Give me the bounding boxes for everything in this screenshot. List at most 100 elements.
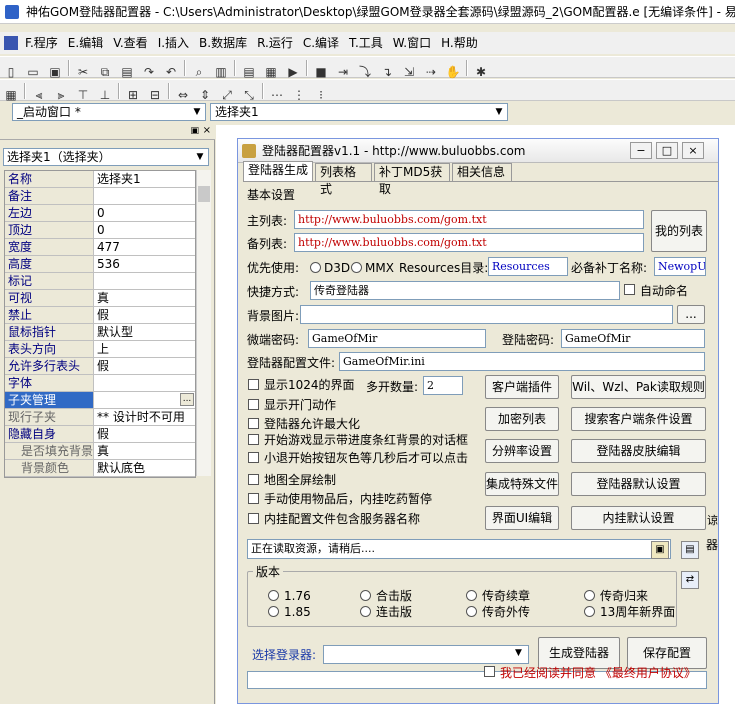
property-value[interactable] bbox=[94, 188, 195, 204]
layout2-icon[interactable]: ▤ bbox=[241, 64, 257, 80]
center2-icon[interactable]: ⊟ bbox=[147, 87, 163, 103]
tab-3[interactable]: 相关信息 bbox=[452, 163, 512, 181]
shortcut-input[interactable]: 传奇登陆器 bbox=[310, 281, 620, 300]
option-checkbox-0[interactable] bbox=[248, 379, 259, 390]
menu-item-0[interactable]: F.程序 bbox=[20, 32, 63, 54]
maximize-button[interactable]: □ bbox=[656, 142, 678, 159]
step5-icon[interactable]: ⇢ bbox=[423, 64, 439, 80]
version-radio-2[interactable] bbox=[466, 590, 477, 601]
tab-2[interactable]: 补丁MD5获取 bbox=[374, 163, 450, 196]
window-select[interactable]: _启动窗口 * ▼ bbox=[12, 103, 206, 121]
backup-list-input[interactable]: http://www.buluobbs.com/gom.txt bbox=[294, 233, 644, 252]
align3-icon[interactable]: ⊤ bbox=[75, 87, 91, 103]
size2-icon[interactable]: ⇕ bbox=[197, 87, 213, 103]
action-button-8[interactable]: 界面UI编辑 bbox=[485, 506, 559, 530]
action-button-1[interactable]: Wil、Wzl、Pak读取规则 bbox=[571, 375, 706, 399]
grid-icon[interactable]: ▦ bbox=[3, 87, 19, 103]
redo-icon[interactable]: ↷ bbox=[141, 64, 157, 80]
version-radio-0[interactable] bbox=[268, 590, 279, 601]
find-icon[interactable]: ⌕ bbox=[191, 64, 207, 80]
menu-item-8[interactable]: W.窗口 bbox=[388, 32, 436, 54]
d3d-radio[interactable] bbox=[310, 262, 321, 273]
menu-item-4[interactable]: B.数据库 bbox=[194, 32, 252, 54]
resource-icon[interactable]: ▣ bbox=[651, 541, 669, 559]
mmx-radio[interactable] bbox=[351, 262, 362, 273]
property-value[interactable]: 选择夹1 bbox=[94, 171, 195, 187]
version-radio-3[interactable] bbox=[584, 590, 595, 601]
property-value[interactable]: 假 bbox=[94, 358, 195, 374]
chevron-down-icon[interactable]: ▼ bbox=[193, 150, 207, 164]
action-button-5[interactable]: 登陆器皮肤编辑 bbox=[571, 439, 706, 463]
menu-item-1[interactable]: E.编辑 bbox=[63, 32, 108, 54]
property-row[interactable]: 宽度 477 bbox=[5, 239, 195, 256]
property-value[interactable]: 真 bbox=[94, 443, 195, 459]
action-button-0[interactable]: 客户端插件 bbox=[485, 375, 559, 399]
close-icon[interactable]: × bbox=[203, 125, 211, 136]
menu-item-2[interactable]: V.查看 bbox=[108, 32, 152, 54]
agree-label[interactable]: 我已经阅读并同意 《最终用户协议》 bbox=[500, 665, 696, 681]
menu-item-6[interactable]: C.编译 bbox=[298, 32, 344, 54]
property-value[interactable]: 默认型 bbox=[94, 324, 195, 340]
property-value[interactable]: ... bbox=[94, 392, 195, 408]
open-icon[interactable]: ▭ bbox=[25, 64, 41, 80]
save-icon[interactable]: ▣ bbox=[47, 64, 63, 80]
property-row[interactable]: 允许多行表头假 bbox=[5, 358, 195, 375]
micro-pwd-input[interactable]: GameOfMir bbox=[308, 329, 486, 348]
agree-checkbox[interactable] bbox=[484, 666, 495, 677]
version-radio-1[interactable] bbox=[360, 590, 371, 601]
menu-item-9[interactable]: H.帮助 bbox=[436, 32, 483, 54]
property-row[interactable]: 表头方向上 bbox=[5, 341, 195, 358]
property-row[interactable]: 背景颜色 默认底色 bbox=[5, 460, 195, 477]
option-checkbox-6[interactable] bbox=[248, 493, 259, 504]
select-login-dropdown[interactable] bbox=[323, 645, 529, 664]
step2-icon[interactable]: ⤵ bbox=[357, 64, 373, 80]
chevron-down-icon[interactable]: ▼ bbox=[515, 648, 522, 658]
login-pwd-input[interactable]: GameOfMir bbox=[561, 329, 705, 348]
property-value[interactable]: 真 bbox=[94, 290, 195, 306]
step4-icon[interactable]: ⇲ bbox=[401, 64, 417, 80]
step1-icon[interactable]: ⇥ bbox=[335, 64, 351, 80]
property-row[interactable]: 备注 bbox=[5, 188, 195, 205]
autoname-checkbox[interactable] bbox=[624, 284, 635, 295]
property-row[interactable]: 是否填充背景真 bbox=[5, 443, 195, 460]
version-radio-4[interactable] bbox=[268, 606, 279, 617]
resources-input[interactable]: Resources bbox=[488, 257, 568, 276]
chevron-down-icon[interactable]: ▼ bbox=[492, 105, 506, 119]
multi-input[interactable]: 2 bbox=[423, 376, 463, 395]
option-checkbox-5[interactable] bbox=[248, 474, 259, 485]
tab-0[interactable]: 登陆器生成 bbox=[243, 161, 313, 181]
step3-icon[interactable]: ↴ bbox=[379, 64, 395, 80]
align1-icon[interactable]: ⫷ bbox=[31, 87, 47, 103]
menu-item-7[interactable]: T.工具 bbox=[344, 32, 388, 54]
window-icon[interactable]: ▤ bbox=[681, 541, 699, 559]
property-value[interactable]: 477 bbox=[94, 239, 195, 255]
option-checkbox-3[interactable] bbox=[248, 434, 259, 445]
property-row[interactable]: 现行子夹 ** 设计时不可用 bbox=[5, 409, 195, 426]
new-icon[interactable]: ▯ bbox=[3, 64, 19, 80]
size3-icon[interactable]: ⤢ bbox=[219, 87, 235, 103]
property-row[interactable]: 子夹管理... bbox=[5, 392, 195, 409]
space2-icon[interactable]: ⋮ bbox=[291, 87, 307, 103]
undo-icon[interactable]: ↶ bbox=[163, 64, 179, 80]
property-row[interactable]: 禁止假 bbox=[5, 307, 195, 324]
property-value[interactable]: 536 bbox=[94, 256, 195, 272]
property-value[interactable]: ** 设计时不可用 bbox=[94, 409, 195, 425]
close-button[interactable]: × bbox=[682, 142, 704, 159]
swap-icon[interactable]: ⇄ bbox=[681, 571, 699, 589]
property-value[interactable]: 上 bbox=[94, 341, 195, 357]
bg-image-input[interactable] bbox=[300, 305, 673, 324]
my-list-button[interactable]: 我的列表 bbox=[651, 210, 707, 252]
menu-item-5[interactable]: R.运行 bbox=[252, 32, 298, 54]
property-row[interactable]: 字体 bbox=[5, 375, 195, 392]
pin-icon[interactable]: ▣ bbox=[190, 126, 199, 136]
option-checkbox-2[interactable] bbox=[248, 418, 259, 429]
space1-icon[interactable]: ⋯ bbox=[269, 87, 285, 103]
property-row[interactable]: 高度 536 bbox=[5, 256, 195, 273]
property-value[interactable]: 假 bbox=[94, 307, 195, 323]
layout3-icon[interactable]: ▦ bbox=[263, 64, 279, 80]
more-button[interactable]: ... bbox=[180, 393, 194, 406]
space3-icon[interactable]: ⁝ bbox=[313, 87, 329, 103]
debug-icon[interactable]: ✱ bbox=[473, 64, 489, 80]
config-file-input[interactable]: GameOfMir.ini bbox=[339, 352, 705, 371]
action-button-9[interactable]: 内挂默认设置 bbox=[571, 506, 706, 530]
